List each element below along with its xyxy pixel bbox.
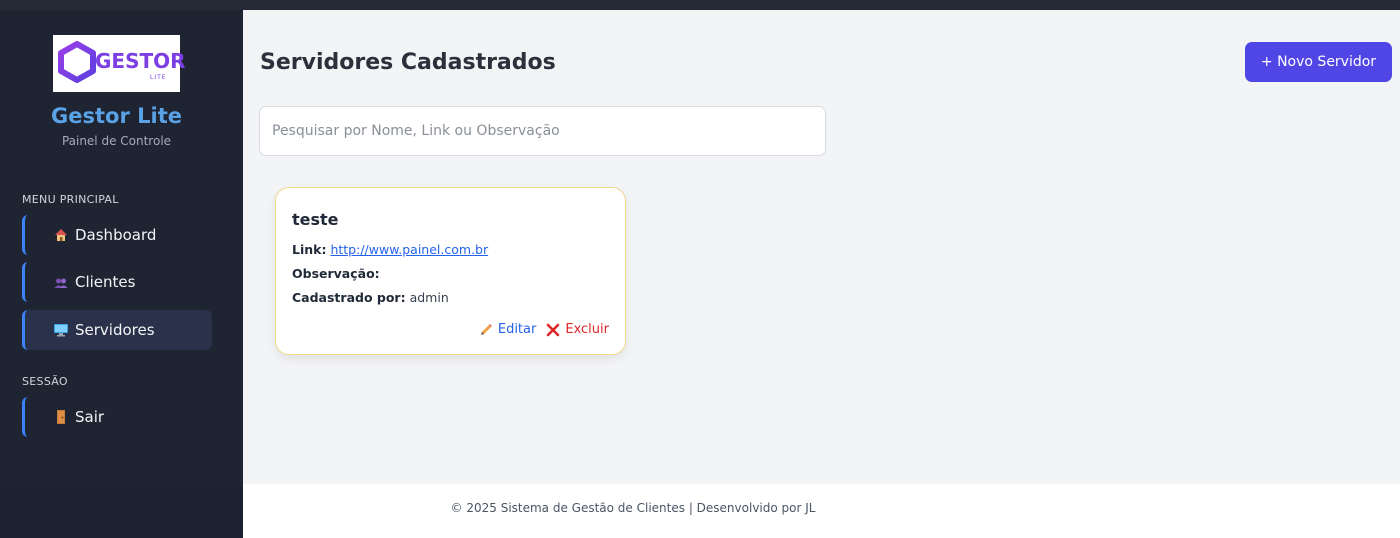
edit-label: Editar	[497, 322, 537, 337]
edit-button[interactable]: Editar	[479, 322, 537, 337]
menu-section-label: MENU PRINCIPAL	[22, 193, 119, 206]
sidebar-item-label: Servidores	[75, 321, 155, 339]
close-icon	[547, 323, 560, 336]
logo-g-icon	[58, 41, 96, 83]
door-icon	[53, 409, 69, 425]
house-icon	[53, 227, 69, 243]
obs-label: Observação:	[292, 266, 380, 281]
pencil-icon	[480, 323, 492, 335]
sidebar-item-servidores[interactable]: Servidores	[22, 310, 212, 350]
server-link[interactable]: http://www.painel.com.br	[330, 242, 488, 257]
sidebar-item-label: Clientes	[75, 273, 136, 291]
users-icon	[53, 274, 69, 290]
logo-subtext: LITE	[150, 74, 167, 81]
new-server-button[interactable]: + Novo Servidor	[1245, 42, 1392, 82]
main-content: Servidores Cadastrados + Novo Servidor t…	[243, 10, 1400, 484]
link-label: Link:	[292, 242, 327, 257]
brand-subtitle: Painel de Controle	[61, 134, 172, 148]
sidebar-item-sair[interactable]: Sair	[22, 397, 212, 437]
server-obs-row: Observação:	[292, 266, 380, 281]
page-title: Servidores Cadastrados	[260, 50, 556, 75]
delete-button[interactable]: Excluir	[546, 322, 609, 337]
footer: © 2025 Sistema de Gestão de Clientes | D…	[243, 484, 1400, 538]
sidebar-item-clientes[interactable]: Clientes	[22, 262, 212, 302]
server-name: teste	[292, 210, 339, 229]
sidebar-footer-strip	[0, 488, 243, 538]
delete-label: Excluir	[565, 322, 609, 337]
footer-text: © 2025 Sistema de Gestão de Clientes | D…	[450, 501, 816, 515]
card-actions: Editar Excluir	[479, 322, 609, 337]
sidebar: GESTOR LITE Gestor Lite Painel de Contro…	[0, 10, 243, 538]
server-created-by: admin	[409, 290, 449, 305]
logo-text: GESTOR	[95, 49, 186, 73]
monitor-icon	[53, 322, 69, 338]
search-input[interactable]	[259, 106, 826, 156]
sidebar-item-label: Dashboard	[75, 226, 157, 244]
logo: GESTOR LITE	[53, 35, 186, 92]
created-label: Cadastrado por:	[292, 290, 406, 305]
server-card: teste Link: http://www.painel.com.br Obs…	[275, 187, 626, 355]
session-section-label: SESSÃO	[22, 375, 68, 388]
brand-name: Gestor Lite	[51, 104, 182, 128]
sidebar-item-label: Sair	[75, 408, 105, 426]
server-created-row: Cadastrado por: admin	[292, 290, 449, 305]
server-link-row: Link: http://www.painel.com.br	[292, 242, 488, 257]
top-bar	[0, 0, 1400, 10]
sidebar-item-dashboard[interactable]: Dashboard	[22, 215, 212, 255]
